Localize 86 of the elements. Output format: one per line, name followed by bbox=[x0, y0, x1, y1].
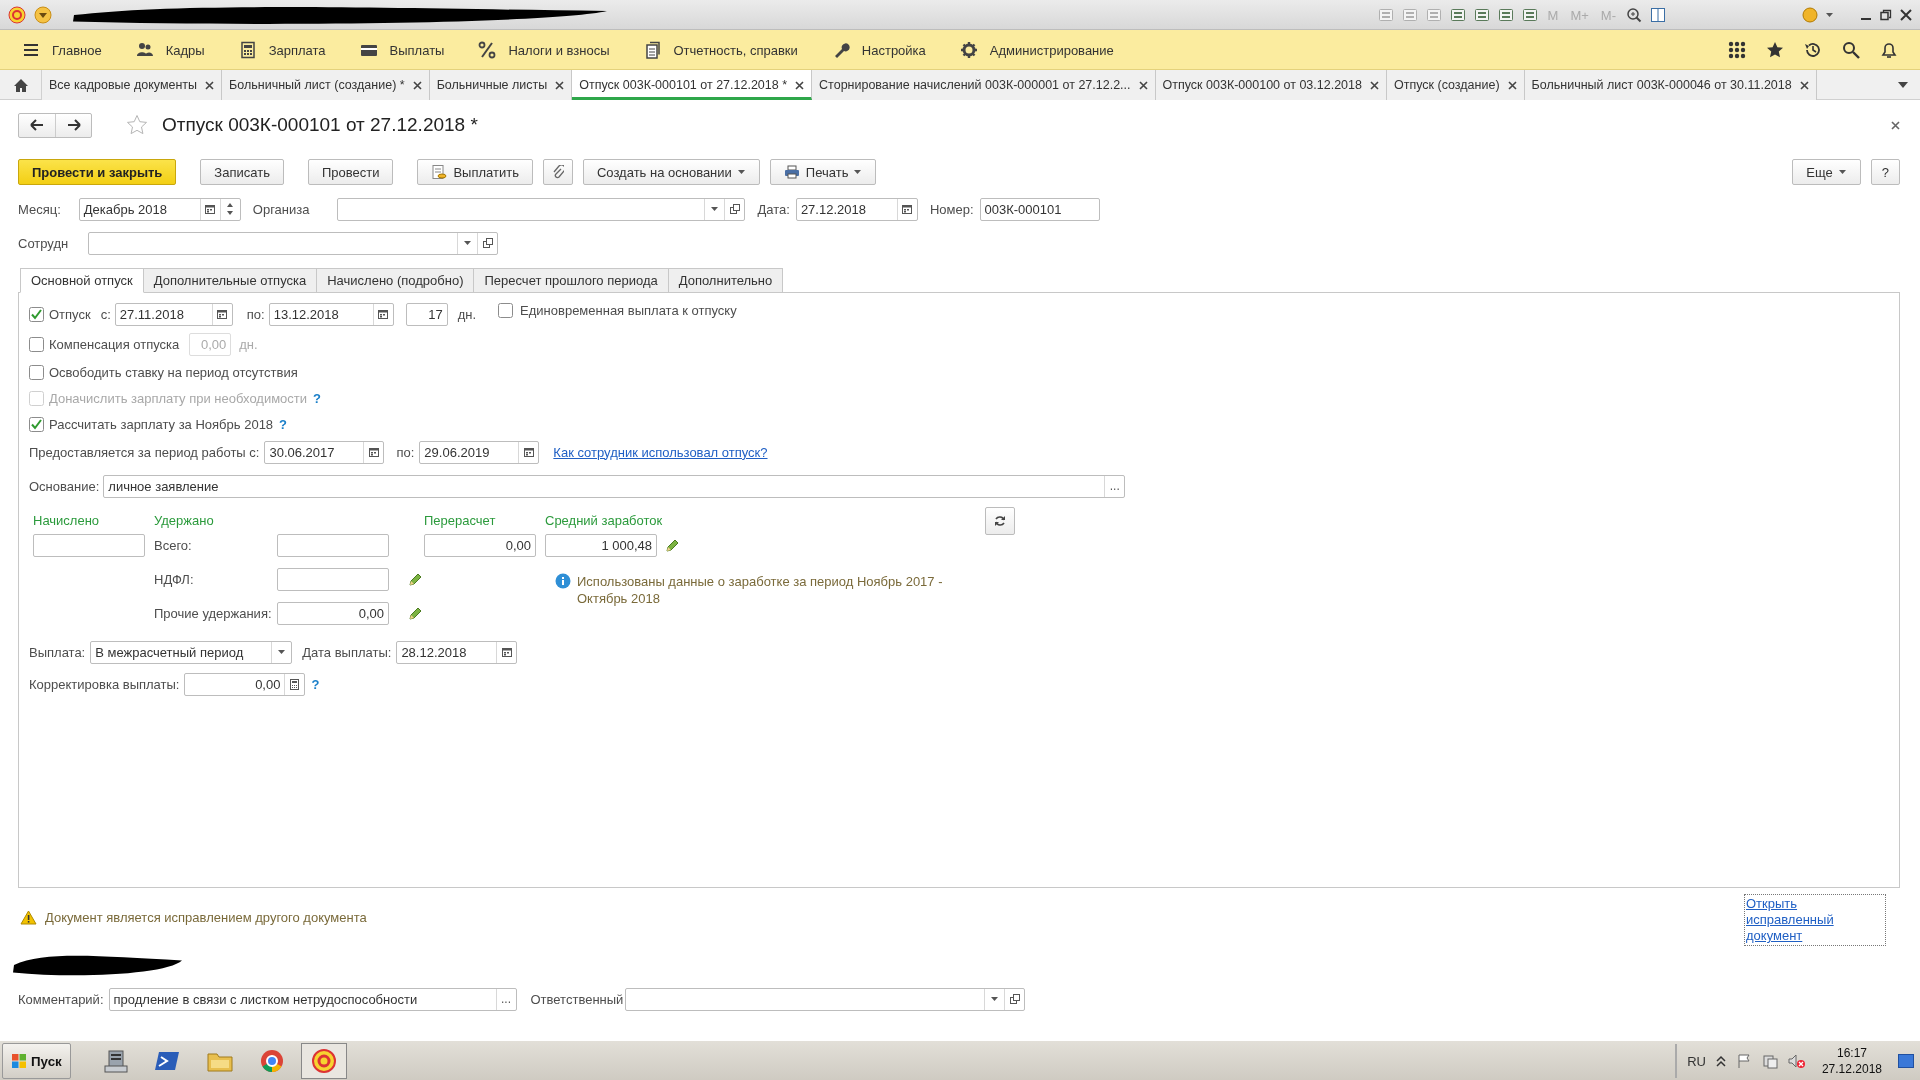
section-link[interactable]: Налоги и взносы bbox=[508, 42, 610, 58]
form-title: Отпуск 003К-000101 от 27.12.2018 * bbox=[162, 114, 478, 136]
unit-label: дн. bbox=[457, 306, 477, 322]
checkbox-label[interactable]: Освободить ставку на период отсутствия bbox=[49, 364, 298, 380]
create-based-on-button[interactable]: Создать на основании bbox=[582, 159, 760, 185]
section-link[interactable]: Главное bbox=[52, 42, 102, 58]
choice-button[interactable]: ... bbox=[1104, 475, 1125, 497]
field-label: Дата: bbox=[757, 201, 790, 217]
comment-field[interactable]: продление в связи с листком нетрудоспособности ... bbox=[108, 987, 517, 1011]
field-label: Основание: bbox=[29, 478, 100, 494]
form-tab[interactable]: Основной отпуск bbox=[20, 268, 144, 293]
column-heading: Перерасчет bbox=[424, 513, 497, 528]
form-tab[interactable]: Дополнительно bbox=[668, 268, 784, 293]
days-field[interactable]: 17 bbox=[405, 302, 448, 326]
unit-label: дн. bbox=[239, 336, 258, 352]
amount-field[interactable]: 0,00 bbox=[277, 602, 389, 625]
field-label: Предоставляется за период работы с: bbox=[29, 444, 260, 460]
month-field[interactable]: Декабрь 2018 bbox=[78, 197, 241, 221]
checkbox-label: Доначислить зарплату при необходимости bbox=[49, 390, 308, 406]
form-tab[interactable]: Дополнительные отпуска bbox=[143, 268, 318, 293]
section-link[interactable]: Кадры bbox=[165, 42, 205, 58]
field-label: Дата выплаты: bbox=[302, 644, 392, 660]
info-note: Использованы данные о заработке за период Ноябрь 2017 - Октябрь 2018 bbox=[577, 573, 944, 607]
payment-type-field[interactable]: В межрасчетный период bbox=[90, 640, 293, 664]
column-heading: Начислено bbox=[33, 513, 101, 528]
checkbox-label[interactable]: Единовременная выплата к отпуску bbox=[520, 303, 737, 318]
document-tab[interactable]: Отпуск 003К-000101 от 27.12.2018 * bbox=[572, 70, 813, 100]
date-field[interactable]: 13.12.2018 bbox=[268, 302, 394, 326]
field-label: Всего: bbox=[154, 538, 193, 553]
section-link[interactable]: Администрирование bbox=[989, 42, 1114, 58]
section-link[interactable]: Настройка bbox=[861, 42, 926, 58]
pay-button[interactable]: Выплатить bbox=[417, 159, 533, 185]
document-tab[interactable]: Больничный лист 003К-000046 от 30.11.2018 bbox=[1524, 70, 1817, 100]
field-label: НДФЛ: bbox=[154, 572, 195, 587]
field-label: Номер: bbox=[929, 201, 974, 217]
checkbox-label[interactable]: Рассчитать зарплату за Ноябрь 2018 bbox=[49, 416, 274, 432]
amount-field[interactable]: 0,00 bbox=[424, 534, 536, 557]
help-link[interactable]: ? bbox=[311, 676, 320, 692]
date-field[interactable]: 27.11.2018 bbox=[114, 302, 233, 326]
field-label: по: bbox=[396, 444, 415, 460]
section-link[interactable]: Зарплата bbox=[268, 42, 326, 58]
field-label: по: bbox=[246, 306, 265, 322]
more-button[interactable]: Еще bbox=[1792, 159, 1861, 185]
field-label: с: bbox=[100, 306, 111, 322]
field-label: Выплата: bbox=[29, 644, 86, 660]
document-tab[interactable]: Отпуск 003К-000100 от 03.12.2018 bbox=[1155, 70, 1387, 100]
warning-text: Документ является исправлением другого документа bbox=[45, 909, 367, 925]
clock[interactable]: 16:17 27.12.2018 bbox=[1821, 1045, 1882, 1077]
checkbox-label[interactable]: Отпуск bbox=[49, 306, 91, 322]
field-label: Корректировка выплаты: bbox=[29, 676, 180, 692]
document-tab[interactable]: Сторнирование начислений 003К-000001 от 27.12.2... bbox=[812, 70, 1156, 100]
command-button[interactable]: Провести bbox=[307, 159, 394, 185]
choice-button[interactable]: ... bbox=[495, 988, 516, 1010]
field-label: Организа bbox=[252, 201, 310, 217]
column-heading: Средний заработок bbox=[545, 513, 664, 528]
field-label: Ответственный bbox=[530, 991, 624, 1007]
field-label: Прочие удержания: bbox=[154, 606, 273, 621]
form-tab[interactable]: Начислено (подробно) bbox=[317, 268, 475, 293]
print-button[interactable]: Печать bbox=[769, 159, 877, 185]
amount-field[interactable]: 1 000,48 bbox=[545, 534, 657, 557]
document-tab[interactable]: Больничный лист (создание) * bbox=[222, 70, 430, 100]
usage-link[interactable]: Как сотрудник использовал отпуск? bbox=[553, 444, 768, 460]
document-tab[interactable]: Все кадровые документы bbox=[42, 70, 223, 100]
document-tab[interactable]: Отпуск (создание) bbox=[1387, 70, 1525, 100]
section-link[interactable]: Отчетность, справки bbox=[673, 42, 798, 58]
date-field[interactable]: 29.06.2019 bbox=[419, 440, 540, 464]
section-link[interactable]: Выплаты bbox=[389, 42, 445, 58]
field-label: Месяц: bbox=[18, 201, 61, 217]
post-and-close-button[interactable]: Провести и закрыть bbox=[18, 159, 177, 185]
language-indicator[interactable]: RU bbox=[1687, 1053, 1706, 1069]
basis-field[interactable]: личное заявление ... bbox=[103, 474, 1126, 498]
command-button[interactable]: Записать bbox=[200, 159, 284, 185]
form-tab[interactable]: Пересчет прошлого периода bbox=[474, 268, 669, 293]
number-field[interactable]: 003К-000101 bbox=[979, 197, 1100, 221]
date-field[interactable]: 28.12.2018 bbox=[396, 640, 518, 664]
help-link[interactable]: ? bbox=[279, 416, 288, 432]
field-label: Сотрудн bbox=[18, 235, 69, 251]
help-button[interactable]: ? bbox=[1870, 159, 1900, 185]
start-button[interactable]: Пуск bbox=[2, 1043, 71, 1079]
date-field[interactable]: 30.06.2017 bbox=[264, 440, 385, 464]
open-corrected-link[interactable]: Открыть исправленный документ bbox=[1746, 896, 1884, 944]
date-field[interactable]: 27.12.2018 bbox=[795, 197, 918, 221]
column-heading: Удержано bbox=[154, 513, 215, 528]
amount-field[interactable]: 0,00 bbox=[184, 672, 306, 696]
field-label: Комментарий: bbox=[18, 991, 104, 1007]
document-tab[interactable]: Больничные листы bbox=[429, 70, 573, 100]
